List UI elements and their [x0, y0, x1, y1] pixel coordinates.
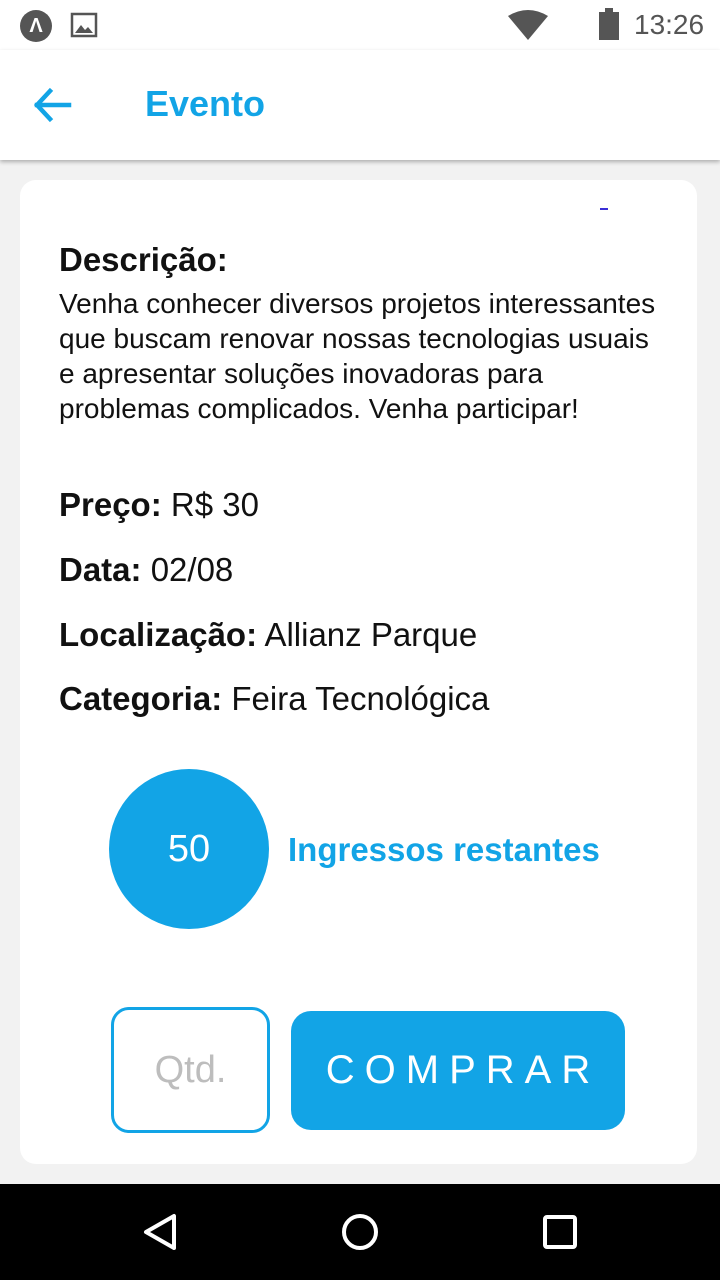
circle-home-icon — [342, 1214, 378, 1250]
navigation-bar — [0, 1184, 720, 1280]
nav-back-button[interactable] — [136, 1208, 184, 1256]
date-value: 02/08 — [150, 551, 234, 588]
tickets-remaining-count: 50 — [109, 769, 269, 929]
back-button[interactable] — [26, 80, 80, 130]
price-value: R$ 30 — [170, 486, 259, 523]
buy-button[interactable]: COMPRAR — [291, 1011, 625, 1130]
arrow-left-icon — [33, 87, 72, 123]
nav-home-button[interactable] — [336, 1208, 384, 1256]
square-recents-icon — [543, 1215, 577, 1249]
triangle-back-icon — [144, 1214, 176, 1250]
status-time: 13:26 — [634, 9, 705, 40]
date-row: Data: 02/08 — [59, 550, 233, 590]
decorative-mark — [600, 208, 608, 210]
event-card: Descrição: Venha conhecer diversos proje… — [20, 180, 697, 1164]
price-label: Preço: — [59, 486, 162, 523]
category-label: Categoria: — [59, 680, 223, 717]
category-row: Categoria: Feira Tecnológica — [59, 679, 489, 719]
launcher-a-icon: Λ — [20, 10, 52, 42]
quantity-input[interactable] — [111, 1007, 270, 1133]
battery-icon — [599, 8, 619, 40]
date-label: Data: — [59, 551, 142, 588]
wifi-icon — [508, 10, 548, 40]
location-label: Localização: — [59, 616, 258, 653]
location-row: Localização: Allianz Parque — [59, 615, 477, 655]
nav-recents-button[interactable] — [536, 1208, 584, 1256]
description-text: Venha conhecer diversos projetos interes… — [59, 288, 656, 424]
description-label: Descrição: — [59, 241, 228, 278]
tickets-remaining-label: Ingressos restantes — [288, 831, 600, 868]
page-title: Evento — [145, 83, 266, 124]
category-value: Feira Tecnológica — [231, 680, 490, 717]
app-bar: Evento — [0, 50, 720, 160]
location-value: Allianz Parque — [264, 616, 478, 653]
image-icon — [70, 12, 98, 38]
price-row: Preço: R$ 30 — [59, 485, 259, 525]
status-bar: Λ 13:26 — [0, 0, 720, 50]
